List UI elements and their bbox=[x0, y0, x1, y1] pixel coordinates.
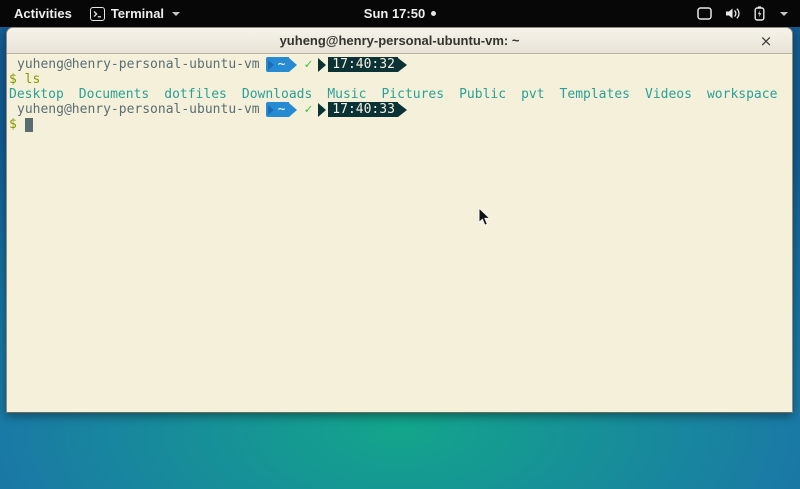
status-check-icon: ✓ bbox=[304, 57, 312, 72]
prompt-time: 17:40:33 bbox=[328, 102, 398, 117]
powerline-arrow-icon bbox=[398, 58, 407, 72]
chevron-right-icon bbox=[268, 60, 274, 70]
file-entry: Templates bbox=[560, 87, 630, 102]
file-entry: Public bbox=[459, 87, 506, 102]
window-title: yuheng@henry-personal-ubuntu-vm: ~ bbox=[280, 33, 520, 48]
volume-icon bbox=[725, 7, 741, 20]
window-titlebar[interactable]: yuheng@henry-personal-ubuntu-vm: ~ × bbox=[7, 28, 792, 54]
prompt-host: yuheng@henry-personal-ubuntu-vm bbox=[17, 102, 260, 117]
chevron-right-icon bbox=[268, 105, 274, 115]
ls-output: Desktop Documents dotfiles Downloads Music Pi… bbox=[9, 87, 790, 102]
file-entry: workspace bbox=[707, 87, 777, 102]
terminal-app-icon bbox=[90, 7, 105, 21]
prompt-dollar: $ bbox=[9, 117, 17, 132]
powerline-arrow-icon bbox=[318, 58, 326, 72]
file-entry: pvt bbox=[521, 87, 544, 102]
typed-command: ls bbox=[25, 72, 41, 87]
text-cursor bbox=[25, 118, 33, 132]
top-bar: Activities Terminal Sun 17:50 bbox=[0, 0, 800, 27]
file-entry: dotfiles bbox=[164, 87, 227, 102]
powerline-arrow-icon bbox=[289, 58, 297, 72]
system-status-area[interactable] bbox=[697, 6, 788, 21]
notification-dot-icon bbox=[431, 11, 436, 16]
close-button[interactable]: × bbox=[756, 28, 776, 54]
terminal-glyph-icon bbox=[92, 9, 103, 19]
prompt-cwd: ~ bbox=[278, 57, 286, 72]
powerline-arrow-icon bbox=[318, 103, 326, 117]
file-entry: Videos bbox=[645, 87, 692, 102]
powerline-arrow-icon bbox=[398, 103, 407, 117]
prompt-host: yuheng@henry-personal-ubuntu-vm bbox=[17, 57, 260, 72]
chevron-down-icon bbox=[172, 12, 180, 16]
prompt-time: 17:40:32 bbox=[328, 57, 398, 72]
prompt-line: yuheng@henry-personal-ubuntu-vm ~ ✓ 17:4… bbox=[9, 57, 790, 72]
prompt-cwd-segment: ~ bbox=[266, 102, 290, 117]
clock[interactable]: Sun 17:50 bbox=[364, 6, 425, 21]
status-check-icon: ✓ bbox=[304, 102, 312, 117]
prompt-cwd-segment: ~ bbox=[266, 57, 290, 72]
battery-charging-icon bbox=[754, 6, 765, 21]
prompt-cwd: ~ bbox=[278, 102, 286, 117]
prompt-line: yuheng@henry-personal-ubuntu-vm ~ ✓ 17:4… bbox=[9, 102, 790, 117]
chevron-down-icon bbox=[780, 12, 788, 16]
app-menu-button[interactable]: Terminal bbox=[90, 6, 180, 21]
file-entry: Music bbox=[327, 87, 366, 102]
command-line: $ ls bbox=[9, 72, 790, 87]
activities-button[interactable]: Activities bbox=[10, 6, 76, 21]
powerline-arrow-icon bbox=[289, 103, 297, 117]
file-entry: Downloads bbox=[242, 87, 312, 102]
terminal-window: yuheng@henry-personal-ubuntu-vm: ~ × yuh… bbox=[6, 27, 793, 413]
app-menu-label: Terminal bbox=[111, 6, 164, 21]
terminal-content[interactable]: yuheng@henry-personal-ubuntu-vm ~ ✓ 17:4… bbox=[7, 54, 792, 412]
prompt-dollar: $ bbox=[9, 72, 17, 87]
input-line[interactable]: $ bbox=[9, 117, 790, 132]
screen-icon bbox=[697, 7, 712, 20]
file-entry: Documents bbox=[79, 87, 149, 102]
file-entry: Desktop bbox=[9, 87, 64, 102]
file-entry: Pictures bbox=[381, 87, 444, 102]
